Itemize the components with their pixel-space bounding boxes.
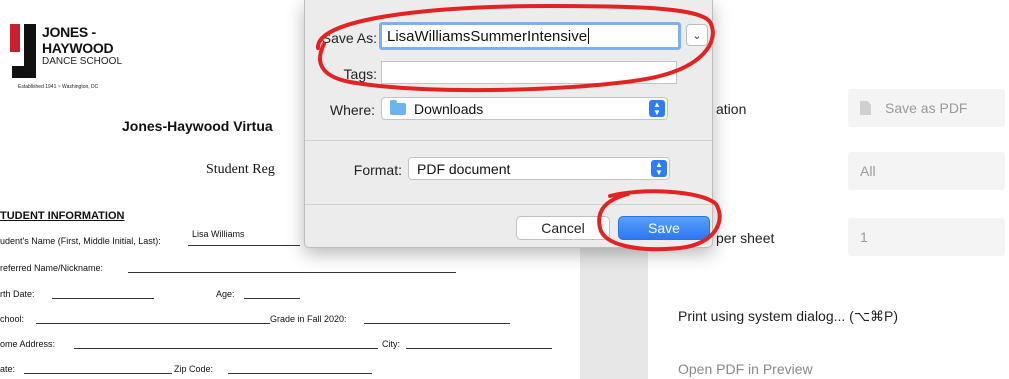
save-dialog: Save As: LisaWilliamsSummerIntensive ⌄ T… (304, 0, 713, 248)
logo-line-1: JONES - (42, 24, 96, 40)
dialog-divider-top (305, 140, 712, 141)
logo-established: Established 1941 ~ Washington, DC (18, 84, 99, 90)
name-value: Lisa Williams (192, 229, 245, 239)
where-value: Downloads (414, 100, 484, 117)
logo-line-2: HAYWOOD (42, 40, 114, 56)
address-underline (74, 348, 378, 349)
school-label: chool: (0, 314, 25, 324)
school-logo: JONES - HAYWOOD DANCE SCHOOL Established… (8, 20, 158, 95)
city-label: City: (382, 339, 400, 349)
name-underline (188, 245, 300, 246)
address-label: ome Address: (0, 339, 56, 349)
save-as-label: Save As: (321, 30, 377, 46)
birth-label: rth Date: (0, 289, 35, 299)
format-label: Format: (353, 162, 402, 178)
document-icon (860, 101, 871, 115)
format-select[interactable]: PDF document ▲ ▼ (408, 157, 670, 180)
logo-line-3: DANCE SCHOOL (42, 56, 123, 67)
destination-label: ation (716, 101, 747, 117)
tags-field[interactable] (381, 61, 677, 84)
document-subtitle: Student Reg (206, 162, 275, 177)
zip-label: Zip Code: (174, 364, 214, 374)
pages-value: All (860, 163, 876, 179)
tags-label: Tags: (343, 66, 377, 82)
grade-underline (364, 323, 510, 324)
nickname-label: referred Name/Nickname: (0, 263, 104, 273)
dialog-divider-bottom (305, 204, 712, 205)
stepper-icon: ▲ ▼ (649, 100, 665, 117)
name-label: udent's Name (First, Middle Initial, Las… (0, 236, 161, 246)
nickname-underline (128, 272, 456, 273)
pages-per-sheet-label: per sheet (716, 230, 775, 246)
folder-icon (390, 99, 406, 115)
expand-chevron-icon[interactable]: ⌄ (686, 24, 708, 46)
age-underline (244, 298, 300, 299)
destination-select[interactable]: Save as PDF (848, 89, 1005, 127)
save-as-field[interactable]: LisaWilliamsSummerIntensive (379, 22, 681, 50)
birth-underline (52, 298, 154, 299)
where-select[interactable]: Downloads ▲ ▼ (381, 97, 668, 120)
stepper-icon: ▲ ▼ (651, 160, 667, 177)
text-caret (588, 28, 590, 44)
city-underline (406, 348, 552, 349)
state-underline (24, 373, 172, 374)
where-label: Where: (329, 102, 375, 118)
pages-select[interactable]: All (848, 152, 1005, 190)
zip-underline (228, 373, 372, 374)
age-label: Age: (216, 289, 235, 299)
logo-j-mark (10, 24, 36, 84)
school-underline (36, 323, 270, 324)
open-preview-link[interactable]: Open PDF in Preview (678, 361, 813, 377)
save-as-value: LisaWilliamsSummerIntensive (387, 27, 588, 45)
document-title: Jones-Haywood Virtua (122, 118, 273, 134)
section-heading: TUDENT INFORMATION (0, 210, 125, 222)
pages-per-sheet-select[interactable]: 1 (848, 218, 1005, 256)
grade-label: Grade in Fall 2020: (270, 314, 347, 324)
system-dialog-link[interactable]: Print using system dialog... (⌥⌘P) (678, 308, 898, 325)
destination-value: Save as PDF (885, 100, 968, 116)
state-label: ate: (0, 364, 16, 374)
format-value: PDF document (417, 160, 511, 177)
save-button[interactable]: Save (618, 216, 710, 240)
cancel-button[interactable]: Cancel (516, 216, 610, 240)
pages-per-sheet-value: 1 (860, 229, 868, 245)
